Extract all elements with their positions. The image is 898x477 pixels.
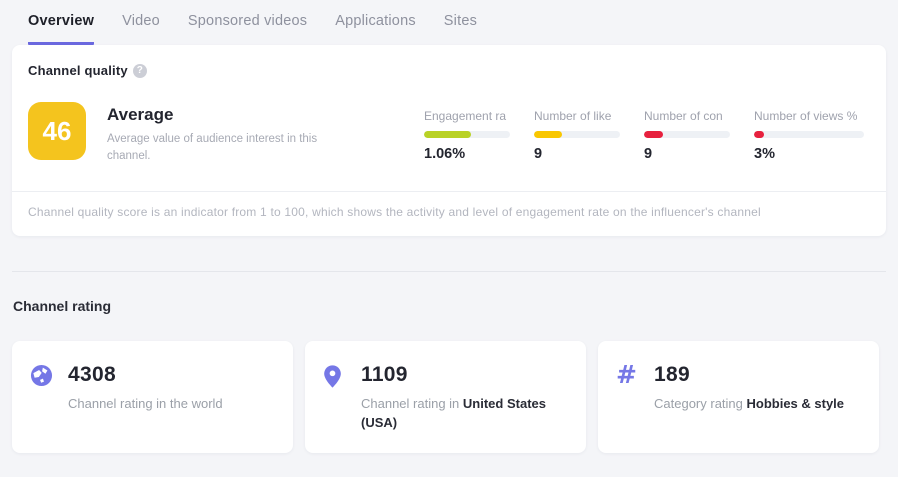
metric-label: Number of views % xyxy=(754,109,864,123)
metric-label: Number of like xyxy=(534,109,620,123)
metric-engagement-rate: Engagement ra 1.06% xyxy=(424,109,510,162)
metric-progress-fill xyxy=(644,131,663,138)
rating-text-plain: Channel rating in xyxy=(361,396,463,411)
rating-text-plain: Channel rating in the world xyxy=(68,396,223,411)
metric-value: 3% xyxy=(754,146,864,162)
tab-sites[interactable]: Sites xyxy=(444,13,477,45)
metric-progress-bar xyxy=(644,131,730,138)
tab-applications[interactable]: Applications xyxy=(335,13,416,45)
channel-quality-title: Channel quality xyxy=(28,63,128,78)
tab-sponsored-videos[interactable]: Sponsored videos xyxy=(188,13,307,45)
metric-value: 1.06% xyxy=(424,146,510,162)
rating-text-plain: Category rating xyxy=(654,396,747,411)
category-rating-card: # 189 Category rating Hobbies & style xyxy=(598,341,879,453)
metric-number-of-comments: Number of con 9 xyxy=(644,109,730,162)
metric-progress-bar xyxy=(754,131,864,138)
tab-bar: Overview Video Sponsored videos Applicat… xyxy=(0,0,898,45)
metric-label: Engagement ra xyxy=(424,109,510,123)
metric-progress-bar xyxy=(534,131,620,138)
world-rating-content: 4308 Channel rating in the world xyxy=(68,363,223,414)
quality-score-text: Average Average value of audience intere… xyxy=(107,102,322,164)
country-rating-content: 1109 Channel rating in United States (US… xyxy=(361,363,561,433)
country-rating-card: 1109 Channel rating in United States (US… xyxy=(305,341,586,453)
tab-overview[interactable]: Overview xyxy=(28,13,94,45)
channel-quality-card: Channel quality ? 46 Average Average val… xyxy=(12,45,886,236)
channel-quality-body: 46 Average Average value of audience int… xyxy=(12,78,886,191)
channel-rating-row: 4308 Channel rating in the world 1109 Ch… xyxy=(12,341,886,453)
quality-metrics: Engagement ra 1.06% Number of like 9 Num… xyxy=(424,102,864,162)
country-rating-description: Channel rating in United States (USA) xyxy=(361,395,561,433)
country-rating-value: 1109 xyxy=(361,363,561,387)
hash-icon: # xyxy=(616,364,642,386)
channel-rating-title: Channel rating xyxy=(13,298,898,314)
location-pin-icon xyxy=(323,364,349,394)
help-icon[interactable]: ? xyxy=(133,64,147,78)
world-rating-description: Channel rating in the world xyxy=(68,395,223,414)
quality-rating-description: Average value of audience interest in th… xyxy=(107,131,322,164)
metric-progress-fill xyxy=(534,131,562,138)
world-rating-card: 4308 Channel rating in the world xyxy=(12,341,293,453)
section-divider xyxy=(12,271,886,272)
quality-score-badge: 46 xyxy=(28,102,86,160)
metric-progress-bar xyxy=(424,131,510,138)
hash-glyph: # xyxy=(616,364,642,386)
rating-text-bold: Hobbies & style xyxy=(747,396,845,411)
metric-progress-fill xyxy=(754,131,764,138)
metric-value: 9 xyxy=(644,146,730,162)
tab-video[interactable]: Video xyxy=(122,13,160,45)
channel-quality-note: Channel quality score is an indicator fr… xyxy=(12,192,886,236)
category-rating-value: 189 xyxy=(654,363,844,387)
world-rating-value: 4308 xyxy=(68,363,223,387)
metric-label: Number of con xyxy=(644,109,730,123)
quality-rating-label: Average xyxy=(107,105,322,125)
metric-number-of-views: Number of views % 3% xyxy=(754,109,864,162)
category-rating-content: 189 Category rating Hobbies & style xyxy=(654,363,844,414)
metric-value: 9 xyxy=(534,146,620,162)
category-rating-description: Category rating Hobbies & style xyxy=(654,395,844,414)
metric-progress-fill xyxy=(424,131,471,138)
channel-quality-header: Channel quality ? xyxy=(12,45,886,78)
page: Overview Video Sponsored videos Applicat… xyxy=(0,0,898,477)
metric-number-of-likes: Number of like 9 xyxy=(534,109,620,162)
globe-icon xyxy=(30,364,56,392)
